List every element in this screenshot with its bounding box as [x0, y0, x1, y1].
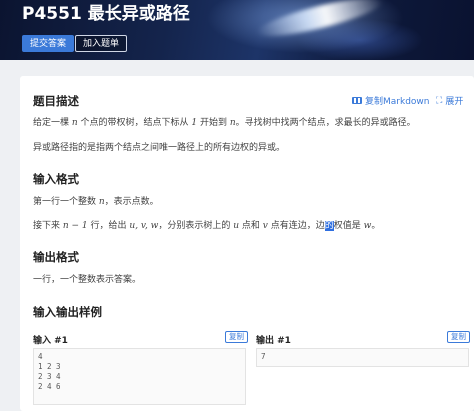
submit-answer-button[interactable]: 提交答案	[22, 35, 75, 52]
output-format-heading: 输出格式	[33, 250, 79, 264]
copy-markdown-button[interactable]: 复制Markdown	[352, 94, 429, 107]
expand-button[interactable]: ⛶ 展开	[436, 94, 464, 108]
copy-markdown-label: 复制Markdown	[365, 97, 430, 107]
sample-input-label: 输入 #1	[33, 336, 68, 346]
input-format-line-2: 接下来 n − 1 行，给出 u, v, w，分别表示树上的 u 点和 v 点有…	[33, 221, 381, 231]
markdown-icon	[352, 97, 362, 104]
problem-title: P4551 最长异或路径	[22, 4, 190, 24]
copy-output-button[interactable]: 复制	[447, 331, 470, 343]
text-selection-highlight: 的	[324, 221, 334, 231]
add-to-list-button[interactable]: 加入题单	[75, 35, 128, 52]
header-banner: P4551 最长异或路径 提交答案 加入题单	[0, 0, 474, 60]
samples-heading: 输入输出样例	[33, 305, 102, 319]
description-heading: 题目描述	[33, 94, 79, 108]
input-format-heading: 输入格式	[33, 172, 79, 186]
problem-card: 题目描述 复制Markdown ⛶ 展开 给定一棵 n 个点的带权树，结点下标从…	[20, 76, 474, 411]
banner-decoration	[254, 0, 386, 44]
expand-label: 展开	[445, 97, 464, 107]
output-format-line-1: 一行，一个整数表示答案。	[33, 275, 142, 285]
copy-input-button[interactable]: 复制	[225, 331, 248, 343]
sample-output-box[interactable]: 7	[256, 348, 469, 367]
description-line-2: 异或路径指的是指两个结点之间唯一路径上的所有边权的异或。	[33, 143, 286, 153]
expand-icon: ⛶	[436, 95, 443, 106]
sample-output-label: 输出 #1	[256, 336, 291, 346]
description-line-1: 给定一棵 n 个点的带权树，结点下标从 1 开始到 n。寻找树中找两个结点，求最…	[33, 118, 416, 128]
sample-input-box[interactable]: 4 1 2 3 2 3 4 2 4 6	[33, 348, 246, 405]
input-format-line-1: 第一行一个整数 n，表示点数。	[33, 197, 159, 207]
